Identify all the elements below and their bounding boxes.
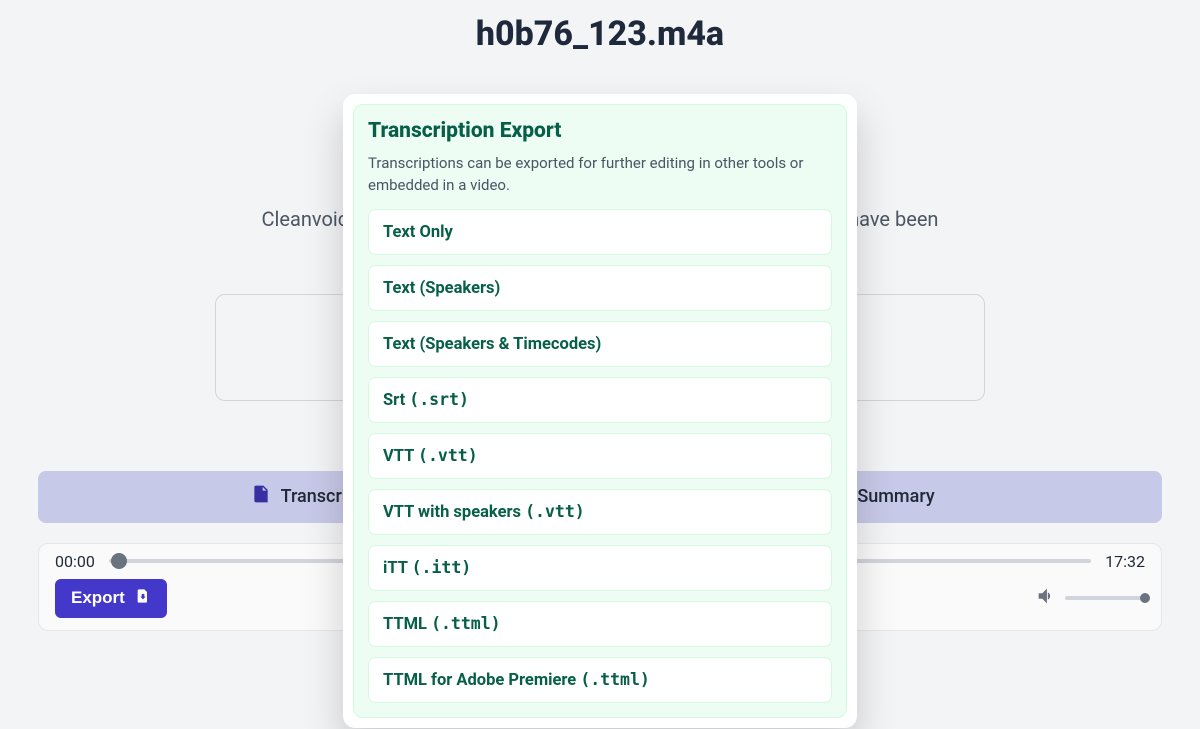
option-label: iTT xyxy=(383,559,412,578)
modal-description: Transcriptions can be exported for furth… xyxy=(368,153,832,197)
tab-label: Summary xyxy=(857,486,934,507)
volume-thumb[interactable] xyxy=(1140,593,1150,603)
option-ext: (.vtt) xyxy=(418,446,478,465)
modal-title: Transcription Export xyxy=(368,119,832,143)
option-label: Text (Speakers & Timecodes) xyxy=(383,335,601,354)
option-label: TTML xyxy=(383,615,431,634)
option-label: VTT with speakers xyxy=(383,503,525,522)
transcription-export-modal: Transcription Export Transcriptions can … xyxy=(343,94,857,728)
current-time: 00:00 xyxy=(55,552,95,571)
option-ext: (.srt) xyxy=(409,390,469,409)
export-option-text-speakers[interactable]: Text (Speakers) xyxy=(368,265,832,311)
seek-thumb[interactable] xyxy=(111,553,127,569)
option-ext: (.ttml) xyxy=(431,614,501,633)
export-option-text-only[interactable]: Text Only xyxy=(368,209,832,255)
volume-icon[interactable] xyxy=(1035,585,1057,611)
page-title: h0b76_123.m4a xyxy=(0,0,1200,54)
file-download-icon xyxy=(135,588,151,609)
volume-track[interactable] xyxy=(1065,596,1145,600)
option-label: Srt xyxy=(383,391,409,410)
option-ext: (.itt) xyxy=(412,558,472,577)
option-label: Text Only xyxy=(383,223,453,242)
volume-control xyxy=(1035,585,1145,611)
document-icon xyxy=(251,484,271,509)
option-label: VTT xyxy=(383,447,418,466)
export-option-vtt[interactable]: VTT (.vtt) xyxy=(368,433,832,479)
export-button[interactable]: Export xyxy=(55,579,167,618)
export-option-text-speakers-timecodes[interactable]: Text (Speakers & Timecodes) xyxy=(368,321,832,367)
export-option-vtt-speakers[interactable]: VTT with speakers (.vtt) xyxy=(368,489,832,535)
option-label: Text (Speakers) xyxy=(383,279,500,298)
export-button-label: Export xyxy=(71,588,125,608)
option-label: TTML for Adobe Premiere xyxy=(383,671,580,690)
export-option-itt[interactable]: iTT (.itt) xyxy=(368,545,832,591)
total-time: 17:32 xyxy=(1105,552,1145,571)
option-ext: (.vtt) xyxy=(525,502,585,521)
export-option-ttml[interactable]: TTML (.ttml) xyxy=(368,601,832,647)
export-option-ttml-premiere[interactable]: TTML for Adobe Premiere (.ttml) xyxy=(368,657,832,703)
option-ext: (.ttml) xyxy=(580,670,650,689)
export-option-srt[interactable]: Srt (.srt) xyxy=(368,377,832,423)
